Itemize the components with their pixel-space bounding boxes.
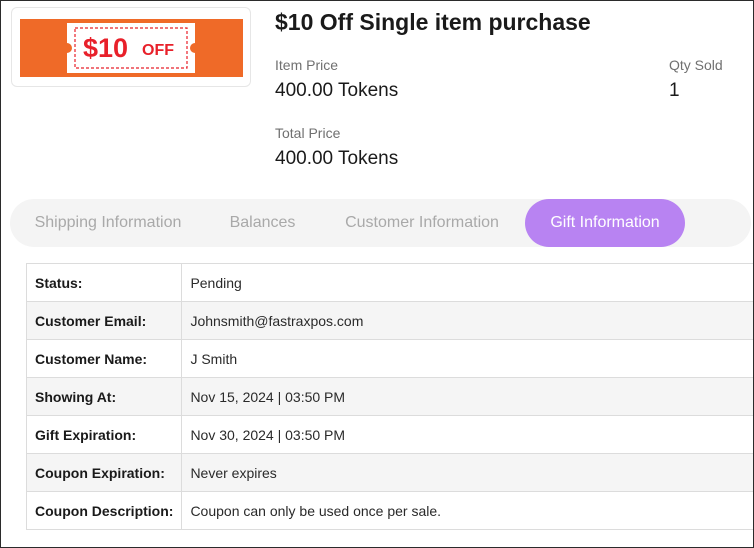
tab-balances[interactable]: Balances	[206, 199, 319, 247]
row-value-coupon-expiration: Never expires	[181, 453, 753, 492]
item-price-value: 400.00 Tokens	[275, 80, 399, 101]
tab-customer-information[interactable]: Customer Information	[319, 199, 525, 247]
table-row: Coupon Description: Coupon can only be u…	[25, 491, 753, 530]
row-value-coupon-description: Coupon can only be used once per sale.	[181, 491, 753, 530]
coupon-ticket-graphic: $10 OFF	[62, 23, 200, 73]
item-price-label: Item Price	[275, 57, 339, 73]
product-image-frame: $10 OFF	[11, 7, 251, 87]
coupon-image: $10 OFF	[20, 19, 243, 77]
tab-shipping-information[interactable]: Shipping Information	[10, 199, 206, 247]
row-label-showing-at: Showing At:	[25, 377, 183, 416]
row-label-status: Status:	[25, 263, 183, 302]
qty-sold-value: 1	[669, 80, 680, 101]
row-value-status: Pending	[181, 263, 753, 302]
total-price-value: 400.00 Tokens	[275, 148, 399, 169]
coupon-amount-text: $10	[83, 33, 128, 63]
row-label-customer-name: Customer Name:	[25, 339, 183, 378]
product-title: $10 Off Single item purchase	[275, 9, 591, 35]
row-label-gift-expiration: Gift Expiration:	[25, 415, 183, 454]
row-label-coupon-expiration: Coupon Expiration:	[25, 453, 183, 492]
row-label-customer-email: Customer Email:	[25, 301, 183, 340]
table-row: Coupon Expiration: Never expires	[25, 453, 753, 492]
tab-gift-information[interactable]: Gift Information	[525, 199, 685, 247]
row-value-showing-at: Nov 15, 2024 | 03:50 PM	[181, 377, 753, 416]
row-value-customer-email: Johnsmith@fastraxpos.com	[181, 301, 753, 340]
qty-sold-label: Qty Sold	[669, 57, 723, 73]
gift-information-table: Status: Pending Customer Email: Johnsmit…	[25, 263, 753, 530]
row-value-customer-name: J Smith	[181, 339, 753, 378]
total-price-label: Total Price	[275, 125, 341, 141]
table-row: Customer Name: J Smith	[25, 339, 753, 378]
table-row: Showing At: Nov 15, 2024 | 03:50 PM	[25, 377, 753, 416]
row-value-gift-expiration: Nov 30, 2024 | 03:50 PM	[181, 415, 753, 454]
gift-detail-panel: $10 OFF $10 Off Single item purchase Ite…	[0, 0, 754, 548]
table-row: Status: Pending	[25, 263, 753, 302]
row-label-coupon-description: Coupon Description:	[25, 491, 183, 530]
coupon-off-text: OFF	[142, 42, 174, 59]
info-tab-bar: Shipping Information Balances Customer I…	[10, 199, 751, 247]
table-row: Gift Expiration: Nov 30, 2024 | 03:50 PM	[25, 415, 753, 454]
table-row: Customer Email: Johnsmith@fastraxpos.com	[25, 301, 753, 340]
